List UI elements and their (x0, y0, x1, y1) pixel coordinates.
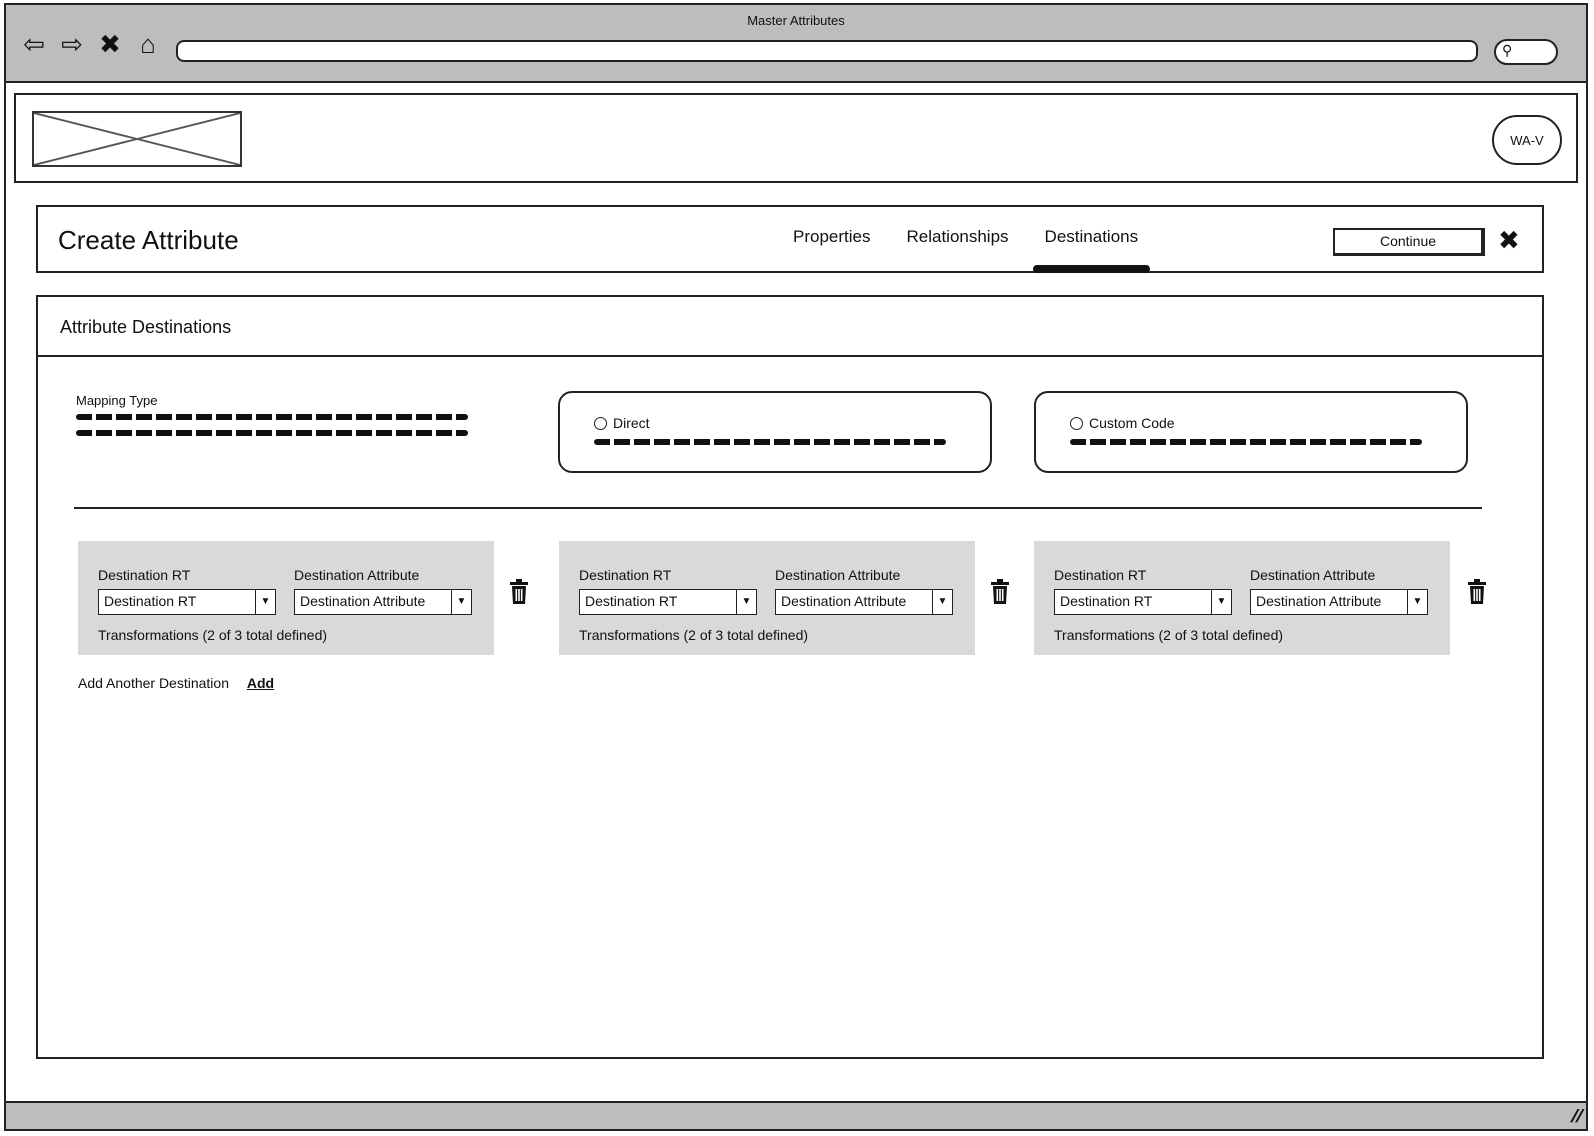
address-bar[interactable] (176, 40, 1478, 62)
option-direct[interactable]: Direct (558, 391, 992, 473)
destination-card: Destination RT Destination Attribute Des… (1034, 541, 1450, 655)
back-icon[interactable]: ⇦ (18, 29, 50, 59)
close-icon[interactable]: ✖ (1498, 225, 1520, 256)
chevron-down-icon: ▼ (1407, 590, 1427, 614)
add-destination-label: Add Another Destination (78, 675, 229, 691)
radio-custom-code[interactable] (1070, 416, 1083, 430)
trash-icon[interactable] (508, 579, 530, 605)
tab-properties[interactable]: Properties (783, 227, 880, 271)
mapping-type-section: Mapping Type (76, 393, 476, 446)
option-direct-label: Direct (613, 415, 650, 431)
continue-button[interactable]: Continue (1333, 228, 1485, 256)
browser-chrome: Master Attributes ⇦ ⇨ ✖ ⌂ ⚲ (6, 5, 1586, 83)
destination-rt-select[interactable]: Destination RT ▼ (1054, 589, 1232, 615)
tab-destinations[interactable]: Destinations (1032, 227, 1150, 273)
radio-direct[interactable] (594, 416, 607, 430)
mapping-description-line (76, 430, 468, 436)
divider (74, 507, 1482, 509)
transformations-text: Transformations (2 of 3 total defined) (1054, 627, 1284, 643)
destination-rt-label: Destination RT (1054, 567, 1147, 583)
option-description-line (1070, 439, 1422, 445)
window-title: Master Attributes (747, 13, 845, 28)
destination-rt-select[interactable]: Destination RT ▼ (98, 589, 276, 615)
transformations-text: Transformations (2 of 3 total defined) (579, 627, 809, 643)
chevron-down-icon: ▼ (255, 590, 275, 614)
panel-header: Attribute Destinations (38, 297, 1542, 357)
trash-icon[interactable] (1466, 579, 1488, 605)
chevron-down-icon: ▼ (736, 590, 756, 614)
option-custom-code-label: Custom Code (1089, 415, 1175, 431)
destination-attribute-select[interactable]: Destination Attribute ▼ (294, 589, 472, 615)
transformations-text: Transformations (2 of 3 total defined) (98, 627, 328, 643)
search-icon: ⚲ (1502, 42, 1513, 58)
add-destination-row: Add Another Destination Add (78, 675, 274, 691)
option-custom-code[interactable]: Custom Code (1034, 391, 1468, 473)
stop-icon[interactable]: ✖ (94, 29, 126, 59)
panel-title: Attribute Destinations (60, 317, 232, 337)
destination-card: Destination RT Destination Attribute Des… (559, 541, 975, 655)
destinations-panel: Attribute Destinations Mapping Type Dire… (36, 295, 1544, 1059)
app-header: WA-V (14, 93, 1578, 183)
destination-attribute-label: Destination Attribute (1250, 567, 1376, 583)
image-placeholder-icon (32, 111, 242, 167)
browser-nav: ⇦ ⇨ ✖ ⌂ (18, 29, 164, 59)
mapping-description-line (76, 414, 468, 420)
destination-rt-label: Destination RT (98, 567, 191, 583)
forward-icon[interactable]: ⇨ (56, 29, 88, 59)
tab-bar: Properties Relationships Destinations (783, 227, 1164, 273)
browser-window: Master Attributes ⇦ ⇨ ✖ ⌂ ⚲ WA-V Create … (4, 3, 1588, 1131)
home-icon[interactable]: ⌂ (132, 29, 164, 59)
status-bar: // (6, 1101, 1586, 1129)
tab-relationships[interactable]: Relationships (896, 227, 1018, 271)
destination-attribute-select[interactable]: Destination Attribute ▼ (775, 589, 953, 615)
page-title: Create Attribute (58, 225, 239, 255)
destination-rt-label: Destination RT (579, 567, 672, 583)
mapping-type-label: Mapping Type (76, 393, 158, 408)
browser-search-field[interactable]: ⚲ (1494, 39, 1558, 65)
chevron-down-icon: ▼ (1211, 590, 1231, 614)
trash-icon[interactable] (989, 579, 1011, 605)
chevron-down-icon: ▼ (451, 590, 471, 614)
resize-handle-icon[interactable]: // (1568, 1106, 1586, 1127)
option-description-line (594, 439, 946, 445)
add-destination-link[interactable]: Add (247, 675, 274, 691)
destination-card: Destination RT Destination Attribute Des… (78, 541, 494, 655)
destination-rt-select[interactable]: Destination RT ▼ (579, 589, 757, 615)
destination-attribute-select[interactable]: Destination Attribute ▼ (1250, 589, 1428, 615)
destination-attribute-label: Destination Attribute (294, 567, 420, 583)
user-avatar[interactable]: WA-V (1492, 115, 1562, 165)
destination-attribute-label: Destination Attribute (775, 567, 901, 583)
chevron-down-icon: ▼ (932, 590, 952, 614)
page-header: Create Attribute Properties Relationship… (36, 205, 1544, 273)
